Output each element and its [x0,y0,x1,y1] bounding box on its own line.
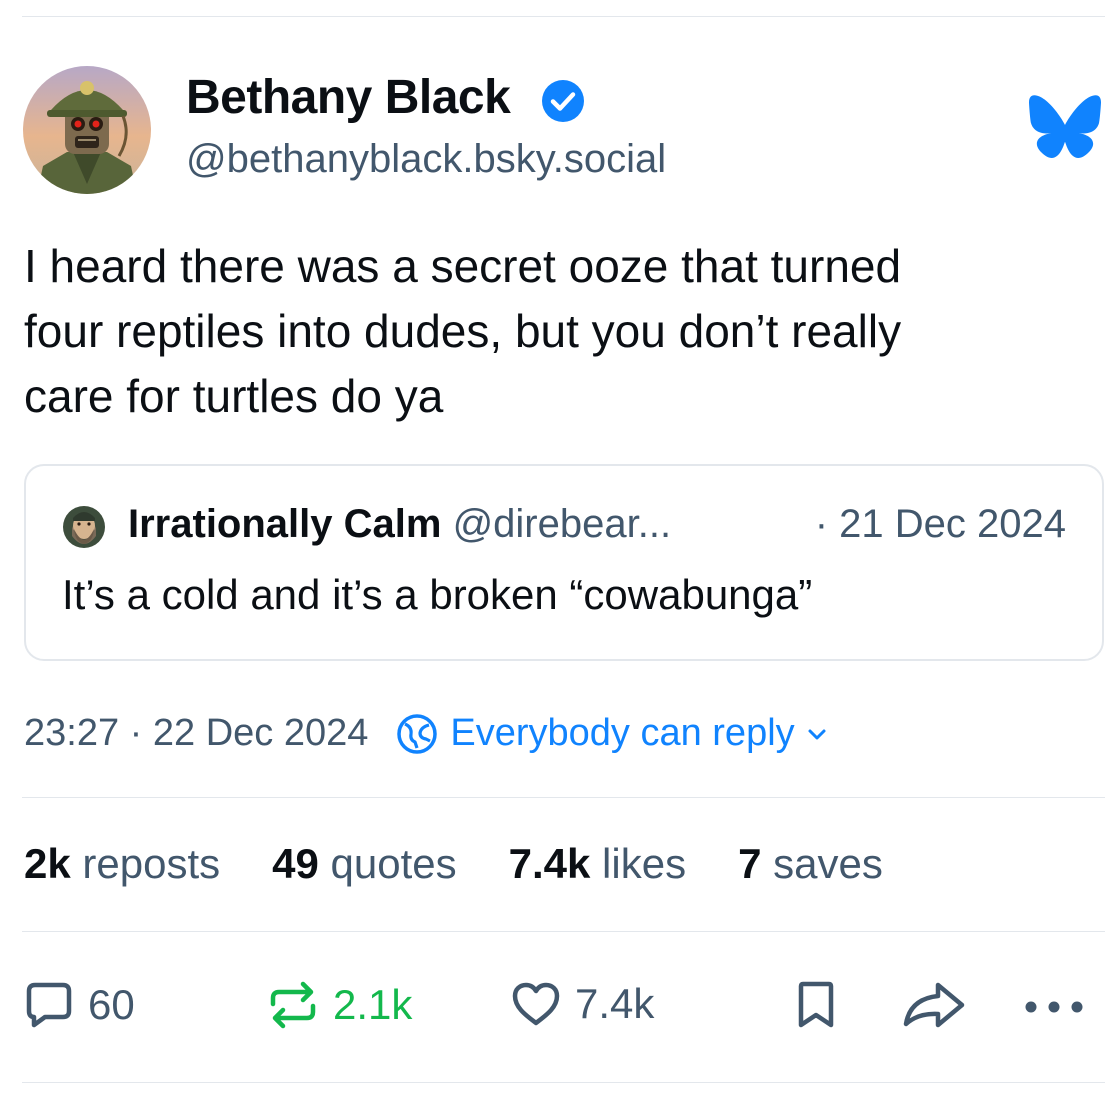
likes-label: likes [602,840,687,887]
quotes-label: quotes [330,840,457,887]
quoted-author-avatar [63,506,105,548]
more-options-button[interactable] [1024,1000,1084,1014]
stat-quotes[interactable]: 49 quotes [272,840,457,888]
stat-likes[interactable]: 7.4k likes [509,840,686,888]
top-divider [22,16,1105,17]
stat-reposts[interactable]: 2k reposts [24,840,220,888]
author-avatar[interactable] [23,66,151,194]
post-meta-row: 23:27 · 22 Dec 2024 Everybody can reply [24,712,827,755]
bookmark-button[interactable] [793,980,839,1030]
author-name[interactable]: Bethany Black [186,70,511,125]
quoted-author-name[interactable]: Irrationally Calm [128,502,441,546]
reposts-label: reposts [82,840,221,887]
saves-label: saves [773,840,883,887]
quoted-post-header: Irrationally Calm @direbear... [128,502,671,547]
quoted-post-text: It’s a cold and it’s a broken “cowabunga… [62,571,813,618]
heart-icon [512,982,560,1026]
quoted-post-card[interactable]: Irrationally Calm @direbear... · 21 Dec … [24,464,1104,661]
saves-count: 7 [738,840,762,887]
quoted-post-date: · 21 Dec 2024 [814,502,1066,546]
stats-divider [22,931,1105,932]
repost-button[interactable]: 2.1k [267,980,412,1030]
bookmark-icon [798,981,834,1028]
reply-setting-button[interactable]: Everybody can reply [396,712,826,755]
repost-count: 2.1k [333,981,413,1028]
share-button[interactable] [900,980,966,1030]
quoted-author-handle[interactable]: @direbear... [453,502,672,546]
reposts-count: 2k [24,840,71,887]
stat-saves[interactable]: 7 saves [738,840,883,888]
post-text: I heard there was a secret ooze that tur… [24,240,902,422]
post-timestamp: 23:27 · 22 Dec 2024 [24,712,369,754]
reply-count: 60 [88,981,135,1028]
verified-badge-icon [542,80,584,122]
reply-button[interactable]: 60 [24,980,135,1030]
reply-setting-label: Everybody can reply [450,712,795,754]
likes-count: 7.4k [508,840,591,887]
chevron-down-icon [808,729,826,739]
meta-divider [22,797,1105,798]
globe-icon [397,713,438,754]
bottom-divider [22,1082,1105,1083]
reply-icon [26,982,72,1028]
engagement-stats: 2k reposts 49 quotes 7.4k likes 7 saves [24,840,935,888]
like-count: 7.4k [575,980,655,1027]
author-handle[interactable]: @bethanyblack.bsky.social [186,137,666,182]
quotes-count: 49 [272,840,319,887]
more-icon [1025,1001,1083,1013]
like-button[interactable]: 7.4k [511,980,654,1028]
repost-icon [270,981,316,1029]
bluesky-butterfly-icon [1029,95,1101,158]
share-icon [903,982,965,1028]
